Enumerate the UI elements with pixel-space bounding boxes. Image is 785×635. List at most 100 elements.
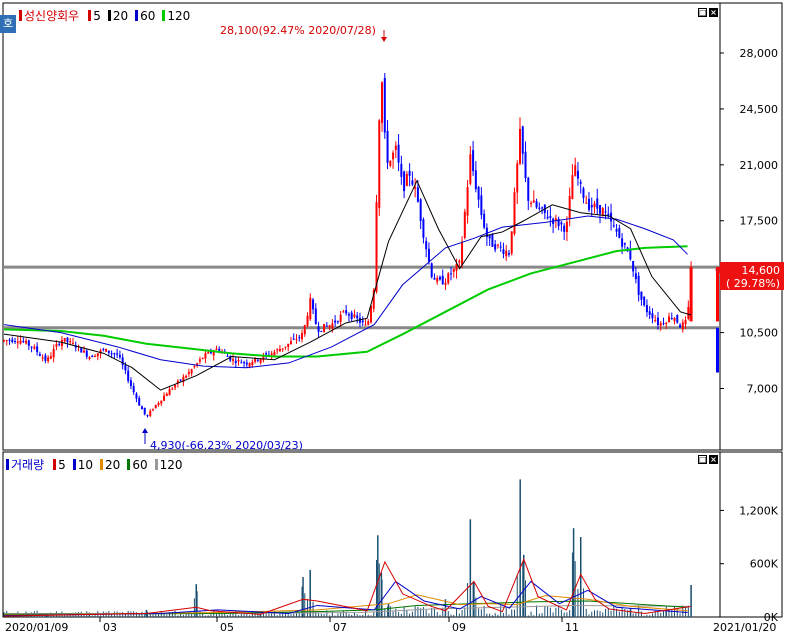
candle-down	[386, 130, 389, 163]
candle-down	[245, 362, 248, 365]
candle-down	[22, 341, 25, 343]
time-tick-label: 11	[565, 621, 579, 634]
candle-down	[129, 380, 132, 387]
legend-entry[interactable]: 20	[113, 9, 128, 23]
candle-up	[513, 192, 516, 234]
candle-up	[19, 340, 22, 344]
candle-down	[256, 359, 259, 361]
price-legend: 성신양회우 5 20 60 120	[16, 7, 190, 24]
candle-up	[301, 333, 304, 340]
current-price-value: 14,600	[742, 264, 781, 277]
low-price-annotation: 4,930(-66.23% 2020/03/23)	[150, 439, 303, 452]
candle-down	[582, 188, 585, 198]
candle-down	[138, 398, 141, 406]
volume-tick-label: 600K	[750, 558, 779, 571]
candle-down	[317, 326, 320, 332]
candle-up	[284, 346, 287, 348]
legend-entry[interactable]: 60	[132, 458, 147, 472]
candle-down	[527, 177, 530, 201]
candle-down	[450, 273, 453, 275]
candle-down	[419, 199, 422, 221]
candle-down	[656, 317, 659, 326]
candle-down	[116, 353, 119, 355]
candle-down	[320, 330, 323, 332]
price-panel-close-button[interactable]: ×	[709, 8, 718, 17]
candle-down	[502, 249, 505, 254]
legend-entry[interactable]: 120	[167, 9, 190, 23]
volume-panel-restore-button[interactable]: □	[698, 455, 707, 464]
candle-up	[171, 388, 174, 390]
candle-up	[201, 357, 204, 359]
candle-up	[306, 315, 309, 327]
candle-down	[38, 354, 41, 356]
candle-up	[281, 348, 284, 350]
candle-up	[364, 324, 367, 326]
volume-panel-close-button[interactable]: ×	[709, 455, 718, 464]
price-axis: 7,000 10,500 17,500 21,000 24,500 28,000	[720, 47, 778, 395]
candle-down	[488, 235, 491, 239]
candle-up	[33, 346, 36, 349]
candle-up	[289, 341, 292, 345]
candle-down	[36, 346, 39, 353]
candle-down	[563, 225, 566, 232]
candle-up	[585, 202, 588, 204]
candle-down	[11, 339, 14, 343]
candle-up	[152, 409, 155, 411]
legend-entry[interactable]: 5	[93, 9, 101, 23]
candle-up	[571, 175, 574, 200]
legend-entry[interactable]: 60	[140, 9, 155, 23]
time-tick-label: 2020/01/09	[5, 621, 68, 634]
candle-down	[110, 353, 113, 355]
candle-down	[499, 246, 502, 248]
legend-entry[interactable]: 10	[78, 458, 93, 472]
candle-down	[648, 311, 651, 315]
candle-up	[49, 356, 52, 359]
legend-entry[interactable]: 5	[58, 458, 66, 472]
candle-up	[96, 353, 99, 357]
candle-down	[491, 234, 494, 247]
legend-title[interactable]: 성신양회우	[24, 7, 79, 24]
candle-down	[132, 386, 135, 393]
time-axis: 2020/01/09 03 05 07 09 11 2021/01/20	[5, 617, 776, 634]
candle-up	[207, 351, 210, 354]
candle-up	[215, 348, 218, 350]
candle-down	[483, 213, 486, 228]
legend-entry[interactable]: 20	[105, 458, 120, 472]
candle-up	[94, 356, 97, 358]
legend-marker	[162, 10, 166, 21]
candle-down	[549, 216, 552, 218]
legend-entry[interactable]: 120	[160, 458, 183, 472]
candle-down	[30, 346, 33, 348]
candle-up	[328, 325, 331, 328]
time-tick-label: 07	[333, 621, 347, 634]
volume-bars	[3, 479, 692, 617]
candle-up	[185, 375, 188, 378]
candle-down	[408, 170, 411, 176]
candle-up	[193, 366, 196, 368]
candle-down	[480, 195, 483, 216]
candle-down	[422, 219, 425, 238]
price-tick-label: 7,000	[747, 382, 779, 395]
candle-up	[287, 343, 290, 347]
candle-up	[447, 273, 450, 284]
candle-down	[336, 321, 339, 323]
candle-down	[579, 181, 582, 184]
candle-up	[389, 160, 392, 166]
candle-up	[458, 260, 461, 263]
candle-up	[5, 340, 8, 342]
candle-up	[47, 357, 50, 362]
stock-chart: 7,000 10,500 17,500 21,000 24,500 28,000 28,1…	[2, 2, 784, 634]
legend-title[interactable]: 거래량	[11, 456, 44, 473]
candle-up	[71, 342, 74, 344]
volume-panel-border	[2, 451, 783, 618]
candle-up	[342, 311, 345, 313]
side-tab[interactable]: 호	[0, 15, 16, 33]
candle-down	[314, 308, 317, 325]
candle-up	[190, 369, 193, 374]
price-panel-restore-button[interactable]: □	[698, 8, 707, 17]
candle-up	[367, 321, 370, 325]
candle-down	[541, 207, 544, 209]
candle-down	[403, 171, 406, 192]
candle-up	[444, 282, 447, 285]
candle-up	[339, 314, 342, 322]
